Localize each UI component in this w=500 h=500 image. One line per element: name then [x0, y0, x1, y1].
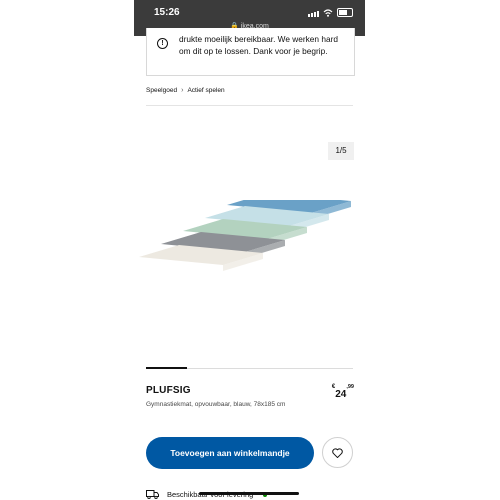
heart-icon — [332, 447, 343, 458]
add-to-cart-button[interactable]: Toevoegen aan winkelmandje — [146, 437, 314, 469]
gallery-pager: 1/5 — [328, 142, 354, 160]
product-image[interactable] — [134, 200, 365, 280]
breadcrumb-item-speelgoed[interactable]: Speelgoed — [146, 87, 177, 94]
status-time: 15:26 — [154, 7, 180, 18]
product-name: PLUFSIG — [146, 385, 191, 396]
price-decimal: ,99 — [346, 384, 354, 390]
right-letterbox — [366, 0, 500, 500]
info-icon: ! — [157, 38, 168, 49]
price-integer: 24 — [335, 389, 347, 400]
favorite-button[interactable] — [322, 437, 353, 468]
status-icons — [308, 8, 353, 17]
battery-icon — [337, 8, 353, 17]
breadcrumb-item-actief-spelen[interactable]: Actief spelen — [187, 87, 224, 94]
truck-icon — [146, 490, 159, 499]
divider — [146, 105, 353, 106]
breadcrumb: Speelgoed › Actief spelen — [146, 87, 225, 94]
notice-text: drukte moeilijk bereikbaar. We werken ha… — [179, 34, 338, 56]
home-indicator — [199, 492, 299, 495]
chevron-right-icon: › — [181, 87, 184, 94]
signal-icon — [308, 11, 319, 17]
product-price: €24,99 — [332, 384, 354, 402]
wifi-icon — [323, 9, 333, 17]
phone-screen: 15:26 🔒 ikea.com ! drukte moeilijk berei… — [134, 0, 365, 500]
notice-banner: ! drukte moeilijk bereikbaar. We werken … — [146, 28, 355, 76]
gallery-scrubber-active[interactable] — [146, 367, 187, 369]
product-description: Gymnastiekmat, opvouwbaar, blauw, 78x185… — [146, 401, 286, 408]
left-letterbox — [0, 0, 134, 500]
